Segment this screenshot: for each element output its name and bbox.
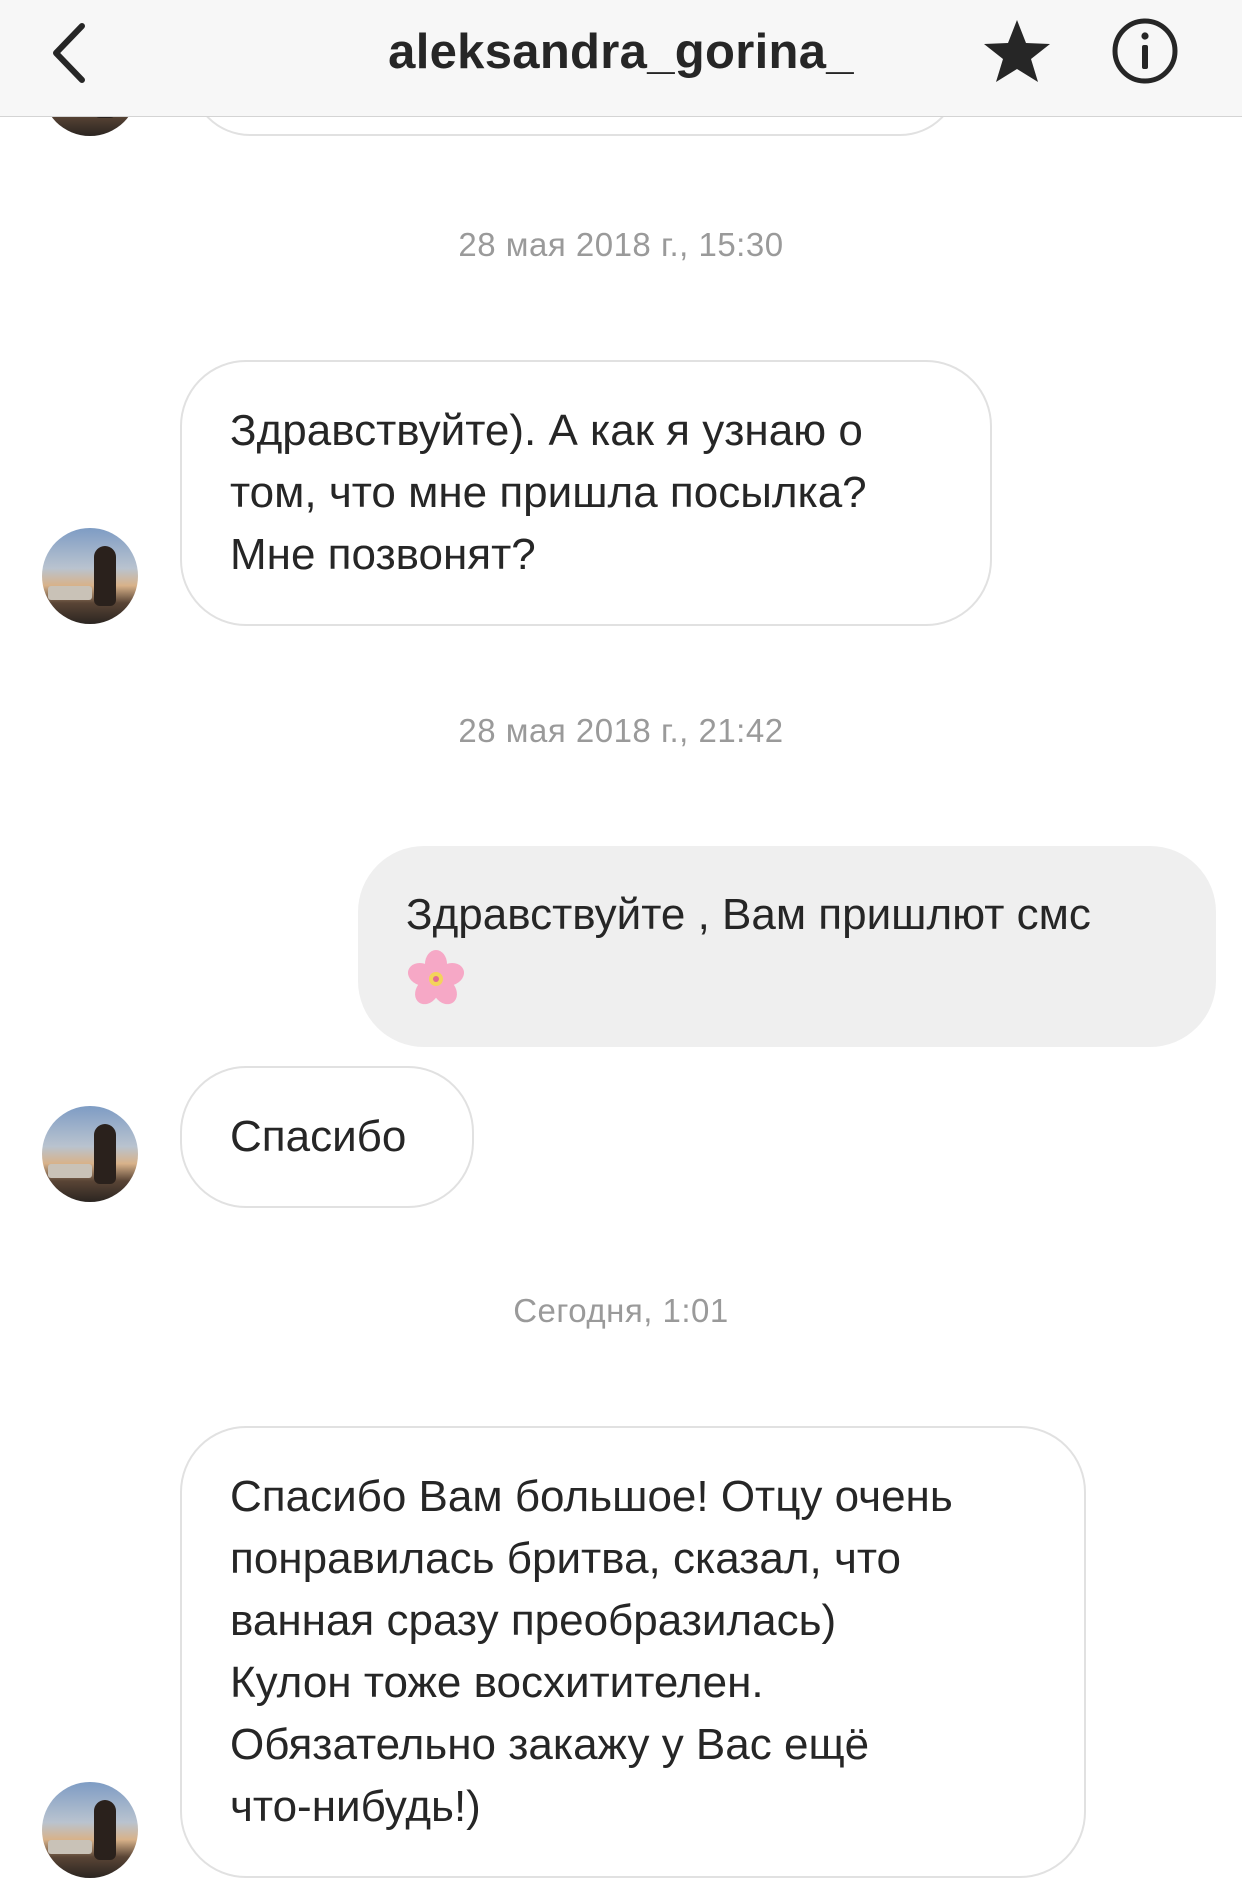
avatar[interactable] (42, 528, 138, 624)
chat-title[interactable]: aleksandra_gorina_ (0, 24, 1242, 80)
message-timestamp: 28 мая 2018 г., 21:42 (458, 712, 784, 749)
message-line: Кулон тоже восхитителен. (230, 1658, 764, 1707)
avatar-city (48, 1164, 92, 1178)
avatar-city (48, 1840, 92, 1854)
incoming-message[interactable]: Здравствуйте). А как я узнаю о том, что … (180, 360, 992, 626)
message-line: Здравствуйте). А как я узнаю о (230, 406, 863, 455)
cherry-blossom-icon (407, 950, 465, 1005)
message-emoji-line (406, 946, 1168, 1009)
outgoing-message[interactable]: Здравствуйте , Вам пришлют смс (358, 846, 1216, 1048)
message-line: том, что мне пришла посылка? (230, 468, 867, 517)
message-line: Мне позвонят? (230, 530, 536, 579)
star-icon[interactable] (982, 16, 1052, 86)
avatar[interactable] (42, 1782, 138, 1878)
message-line: Обязательно закажу у Вас ещё (230, 1720, 870, 1769)
message-line: что-нибудь!) (230, 1782, 481, 1831)
avatar-figure (94, 1124, 116, 1184)
avatar-city (48, 586, 92, 600)
message-timestamp: 28 мая 2018 г., 15:30 (458, 226, 784, 263)
message-line: ванная сразу преобразилась) (230, 1596, 837, 1645)
message-line: Здравствуйте , Вам пришлют смс (406, 890, 1091, 939)
info-icon[interactable] (1110, 16, 1180, 86)
avatar-figure (94, 546, 116, 606)
avatar[interactable] (42, 1106, 138, 1202)
incoming-message[interactable]: Спасибо (180, 1066, 474, 1208)
chat-header: aleksandra_gorina_ (0, 0, 1242, 117)
message-line: понравилась бритва, сказал, что (230, 1534, 901, 1583)
incoming-message[interactable]: Спасибо Вам большое! Отцу очень понравил… (180, 1426, 1086, 1878)
message-timestamp: Сегодня, 1:01 (513, 1292, 729, 1329)
message-line: Спасибо (230, 1112, 407, 1161)
message-line: Спасибо Вам большое! Отцу очень (230, 1472, 953, 1521)
avatar-figure (94, 1800, 116, 1860)
